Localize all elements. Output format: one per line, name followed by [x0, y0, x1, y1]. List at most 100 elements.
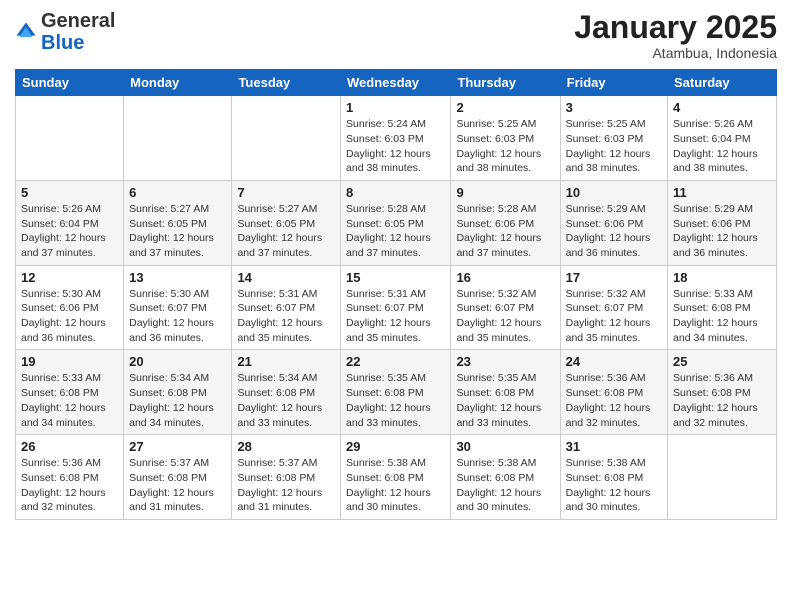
calendar-cell: 12 Sunrise: 5:30 AM Sunset: 6:06 PM Dayli…: [16, 265, 124, 350]
day-info: Sunrise: 5:25 AM Sunset: 6:03 PM Dayligh…: [456, 117, 554, 176]
day-number: 30: [456, 439, 554, 454]
calendar-cell: [124, 96, 232, 181]
day-number: 20: [129, 354, 226, 369]
calendar-cell: 19Sunrise: 5:33 AM Sunset: 6:08 PM Dayli…: [16, 350, 124, 435]
calendar-cell: 6Sunrise: 5:27 AM Sunset: 6:05 PM Daylig…: [124, 180, 232, 265]
calendar-cell: 13Sunrise: 5:30 AM Sunset: 6:07 PM Dayli…: [124, 265, 232, 350]
day-number: 9: [456, 185, 554, 200]
day-info: Sunrise: 5:24 AM Sunset: 6:03 PM Dayligh…: [346, 117, 445, 176]
day-info: Sunrise: 5:36 AM Sunset: 6:08 PM Dayligh…: [673, 371, 771, 430]
calendar-cell: 31 Sunrise: 5:38 AM Sunset: 6:08 PM Dayli…: [560, 435, 667, 520]
calendar-cell: 27 Sunrise: 5:37 AM Sunset: 6:08 PM Dayli…: [124, 435, 232, 520]
day-info: Sunrise: 5:38 AM Sunset: 6:08 PM Dayligh…: [346, 456, 445, 515]
day-info: Sunrise: 5:35 AM Sunset: 6:08 PM Dayligh…: [456, 371, 554, 430]
day-info: Sunrise: 5:29 AM Sunset: 6:06 PM Dayligh…: [566, 202, 662, 261]
day-number: 31: [566, 439, 662, 454]
calendar-cell: 2 Sunrise: 5:25 AM Sunset: 6:03 PM Daylig…: [451, 96, 560, 181]
col-thursday: Thursday: [451, 70, 560, 96]
calendar-week-row-1: 1 Sunrise: 5:24 AM Sunset: 6:03 PM Daylig…: [16, 96, 777, 181]
day-info: Sunrise: 5:25 AM Sunset: 6:03 PM Dayligh…: [566, 117, 662, 176]
day-number: 14: [237, 270, 335, 285]
header: General Blue January 2025 Atambua, Indon…: [15, 10, 777, 61]
day-number: 6: [129, 185, 226, 200]
calendar-header-row: Sunday Monday Tuesday Wednesday Thursday…: [16, 70, 777, 96]
logo: General Blue: [15, 10, 115, 54]
day-number: 8: [346, 185, 445, 200]
day-number: 18: [673, 270, 771, 285]
day-number: 2: [456, 100, 554, 115]
calendar-cell: 9 Sunrise: 5:28 AM Sunset: 6:06 PM Daylig…: [451, 180, 560, 265]
day-info: Sunrise: 5:37 AM Sunset: 6:08 PM Dayligh…: [237, 456, 335, 515]
day-info: Sunrise: 5:38 AM Sunset: 6:08 PM Dayligh…: [456, 456, 554, 515]
calendar-cell: 16 Sunrise: 5:32 AM Sunset: 6:07 PM Dayli…: [451, 265, 560, 350]
day-info: Sunrise: 5:31 AM Sunset: 6:07 PM Dayligh…: [346, 287, 445, 346]
title-block: January 2025 Atambua, Indonesia: [574, 10, 777, 61]
day-info: Sunrise: 5:37 AM Sunset: 6:08 PM Dayligh…: [129, 456, 226, 515]
day-number: 22: [346, 354, 445, 369]
calendar-cell: 5Sunrise: 5:26 AM Sunset: 6:04 PM Daylig…: [16, 180, 124, 265]
day-number: 3: [566, 100, 662, 115]
day-info: Sunrise: 5:30 AM Sunset: 6:06 PM Dayligh…: [21, 287, 118, 346]
calendar-cell: 26Sunrise: 5:36 AM Sunset: 6:08 PM Dayli…: [16, 435, 124, 520]
day-number: 7: [237, 185, 335, 200]
day-info: Sunrise: 5:28 AM Sunset: 6:05 PM Dayligh…: [346, 202, 445, 261]
logo-text: General Blue: [41, 10, 115, 54]
day-info: Sunrise: 5:33 AM Sunset: 6:08 PM Dayligh…: [673, 287, 771, 346]
calendar-cell: 18 Sunrise: 5:33 AM Sunset: 6:08 PM Dayli…: [668, 265, 777, 350]
calendar-cell: [16, 96, 124, 181]
calendar-cell: 4 Sunrise: 5:26 AM Sunset: 6:04 PM Daylig…: [668, 96, 777, 181]
calendar-cell: 10Sunrise: 5:29 AM Sunset: 6:06 PM Dayli…: [560, 180, 667, 265]
calendar-cell: [668, 435, 777, 520]
calendar-cell: 20 Sunrise: 5:34 AM Sunset: 6:08 PM Dayli…: [124, 350, 232, 435]
day-info: Sunrise: 5:26 AM Sunset: 6:04 PM Dayligh…: [21, 202, 118, 261]
day-number: 15: [346, 270, 445, 285]
day-number: 4: [673, 100, 771, 115]
calendar-cell: 7 Sunrise: 5:27 AM Sunset: 6:05 PM Daylig…: [232, 180, 341, 265]
day-info: Sunrise: 5:27 AM Sunset: 6:05 PM Dayligh…: [237, 202, 335, 261]
day-info: Sunrise: 5:38 AM Sunset: 6:08 PM Dayligh…: [566, 456, 662, 515]
day-number: 29: [346, 439, 445, 454]
calendar-cell: 29 Sunrise: 5:38 AM Sunset: 6:08 PM Dayli…: [341, 435, 451, 520]
day-number: 21: [237, 354, 335, 369]
logo-general: General: [41, 10, 115, 32]
col-sunday: Sunday: [16, 70, 124, 96]
day-info: Sunrise: 5:29 AM Sunset: 6:06 PM Dayligh…: [673, 202, 771, 261]
month-title: January 2025: [574, 10, 777, 45]
day-number: 26: [21, 439, 118, 454]
day-info: Sunrise: 5:35 AM Sunset: 6:08 PM Dayligh…: [346, 371, 445, 430]
col-wednesday: Wednesday: [341, 70, 451, 96]
day-number: 16: [456, 270, 554, 285]
day-number: 17: [566, 270, 662, 285]
day-info: Sunrise: 5:34 AM Sunset: 6:08 PM Dayligh…: [129, 371, 226, 430]
calendar-table: Sunday Monday Tuesday Wednesday Thursday…: [15, 69, 777, 520]
logo-icon: [15, 21, 37, 43]
col-tuesday: Tuesday: [232, 70, 341, 96]
day-number: 25: [673, 354, 771, 369]
calendar-cell: 11 Sunrise: 5:29 AM Sunset: 6:06 PM Dayli…: [668, 180, 777, 265]
day-info: Sunrise: 5:32 AM Sunset: 6:07 PM Dayligh…: [566, 287, 662, 346]
day-number: 19: [21, 354, 118, 369]
calendar-cell: 22 Sunrise: 5:35 AM Sunset: 6:08 PM Dayli…: [341, 350, 451, 435]
calendar-week-row-4: 19Sunrise: 5:33 AM Sunset: 6:08 PM Dayli…: [16, 350, 777, 435]
day-number: 23: [456, 354, 554, 369]
col-saturday: Saturday: [668, 70, 777, 96]
calendar-cell: 30 Sunrise: 5:38 AM Sunset: 6:08 PM Dayli…: [451, 435, 560, 520]
calendar-cell: 8 Sunrise: 5:28 AM Sunset: 6:05 PM Daylig…: [341, 180, 451, 265]
day-number: 11: [673, 185, 771, 200]
day-info: Sunrise: 5:26 AM Sunset: 6:04 PM Dayligh…: [673, 117, 771, 176]
day-number: 13: [129, 270, 226, 285]
day-number: 24: [566, 354, 662, 369]
logo-blue: Blue: [41, 32, 84, 54]
day-info: Sunrise: 5:34 AM Sunset: 6:08 PM Dayligh…: [237, 371, 335, 430]
calendar-cell: 28Sunrise: 5:37 AM Sunset: 6:08 PM Dayli…: [232, 435, 341, 520]
calendar-cell: 23 Sunrise: 5:35 AM Sunset: 6:08 PM Dayli…: [451, 350, 560, 435]
day-info: Sunrise: 5:28 AM Sunset: 6:06 PM Dayligh…: [456, 202, 554, 261]
day-number: 1: [346, 100, 445, 115]
calendar-cell: 24Sunrise: 5:36 AM Sunset: 6:08 PM Dayli…: [560, 350, 667, 435]
day-number: 27: [129, 439, 226, 454]
day-number: 12: [21, 270, 118, 285]
day-info: Sunrise: 5:32 AM Sunset: 6:07 PM Dayligh…: [456, 287, 554, 346]
location-subtitle: Atambua, Indonesia: [574, 45, 777, 61]
calendar-cell: [232, 96, 341, 181]
page: General Blue January 2025 Atambua, Indon…: [0, 0, 792, 535]
